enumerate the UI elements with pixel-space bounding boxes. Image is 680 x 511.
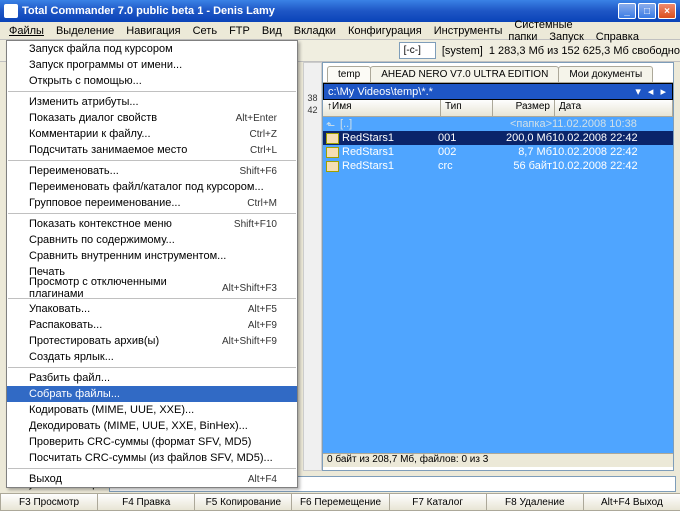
status-bar: 0 байт из 208,7 Мб, файлов: 0 из 3 (323, 453, 673, 467)
menu-item[interactable]: Сравнить по содержимому... (7, 232, 297, 248)
menu-item[interactable]: Декодировать (MIME, UUE, XXE, BinHex)... (7, 418, 297, 434)
menu-item[interactable]: Разбить файл... (7, 370, 297, 386)
file-row[interactable]: RedStars1crc56 байт10.02.2008 22:42 (323, 159, 673, 173)
menu-item[interactable]: Показать диалог свойствAlt+Enter (7, 110, 297, 126)
fn-key[interactable]: Alt+F4 Выход (583, 493, 680, 511)
menu-item[interactable]: Сравнить внутренним инструментом... (7, 248, 297, 264)
menu-item[interactable]: Протестировать архив(ы)Alt+Shift+F9 (7, 333, 297, 349)
tab-item[interactable]: Мои документы (558, 66, 653, 82)
menu-item[interactable]: Запуск программы от имени... (7, 57, 297, 73)
panel-divider[interactable]: 38 42 (303, 62, 322, 471)
menu-item[interactable]: Открыть с помощью... (7, 73, 297, 89)
menu-Файлы[interactable]: Файлы (3, 23, 50, 39)
menu-item[interactable]: Переименовать...Shift+F6 (7, 163, 297, 179)
col-date[interactable]: Дата (555, 100, 673, 116)
fn-key[interactable]: F3 Просмотр (0, 493, 98, 511)
fn-key[interactable]: F7 Каталог (389, 493, 487, 511)
menu-item[interactable]: Посчитать CRC-суммы (из файлов SFV, MD5)… (7, 450, 297, 466)
menu-item[interactable]: Показать контекстное менюShift+F10 (7, 216, 297, 232)
file-icon (326, 133, 339, 144)
menu-item[interactable]: Собрать файлы... (7, 386, 297, 402)
menu-item[interactable]: Запуск файла под курсором (7, 41, 297, 57)
file-icon (326, 161, 339, 172)
maximize-button[interactable]: □ (638, 3, 656, 19)
menu-Сеть[interactable]: Сеть (187, 23, 223, 39)
col-name[interactable]: ↑Имя (323, 100, 441, 116)
col-size[interactable]: Размер (493, 100, 555, 116)
menu-item[interactable]: Комментарии к файлу...Ctrl+Z (7, 126, 297, 142)
menu-Навигация[interactable]: Навигация (120, 23, 186, 39)
menu-Вид[interactable]: Вид (256, 23, 288, 39)
minimize-button[interactable]: _ (618, 3, 636, 19)
menu-item[interactable]: Упаковать...Alt+F5 (7, 301, 297, 317)
menu-Выделение[interactable]: Выделение (50, 23, 120, 39)
menu-item[interactable]: Создать ярлык... (7, 349, 297, 365)
menu-item[interactable]: Групповое переименование...Ctrl+M (7, 195, 297, 211)
file-row[interactable]: RedStars1001200,0 Мб10.02.2008 22:42 (323, 131, 673, 145)
column-header: ↑Имя Тип Размер Дата (323, 100, 673, 117)
menu-Конфигурация[interactable]: Конфигурация (342, 23, 428, 39)
file-list[interactable]: ⬑[..]<папка>11.02.2008 10:38RedStars1001… (323, 117, 673, 453)
menubar: ФайлыВыделениеНавигацияСетьFTPВидВкладки… (0, 22, 680, 40)
drive-selector-right[interactable]: [-c-] (399, 42, 436, 59)
fn-key[interactable]: F4 Правка (97, 493, 195, 511)
menu-item[interactable]: Просмотр с отключенными плагинамиAlt+Shi… (7, 280, 297, 296)
file-row[interactable]: ⬑[..]<папка>11.02.2008 10:38 (323, 117, 673, 131)
col-type[interactable]: Тип (441, 100, 493, 116)
menu-item[interactable]: Кодировать (MIME, UUE, XXE)... (7, 402, 297, 418)
menu-item[interactable]: Распаковать...Alt+F9 (7, 317, 297, 333)
free-space: 1 283,3 Мб из 152 625,3 Мб свободно (489, 45, 680, 57)
menu-FTP[interactable]: FTP (223, 23, 256, 39)
close-button[interactable]: × (658, 3, 676, 19)
menu-item[interactable]: Изменить атрибуты... (7, 94, 297, 110)
menu-Справка[interactable]: Справка (590, 29, 645, 45)
file-icon (326, 147, 339, 158)
path-bar[interactable]: c:\My Videos\temp\*.* ▾ ◂ ▸ (323, 83, 673, 100)
fn-key[interactable]: F8 Удаление (486, 493, 584, 511)
tab-active[interactable]: temp (327, 66, 371, 82)
menu-item[interactable]: ВыходAlt+F4 (7, 471, 297, 487)
app-icon (4, 4, 18, 18)
files-menu-dropdown: Запуск файла под курсоромЗапуск программ… (6, 40, 298, 488)
window-title: Total Commander 7.0 public beta 1 - Deni… (22, 5, 618, 17)
menu-Инструменты[interactable]: Инструменты (428, 23, 509, 39)
file-row[interactable]: RedStars10028,7 Мб10.02.2008 22:42 (323, 145, 673, 159)
menu-Вкладки[interactable]: Вкладки (288, 23, 342, 39)
current-path: c:\My Videos\temp\*.* (328, 86, 433, 98)
fn-key[interactable]: F5 Копирование (194, 493, 292, 511)
volume-label: [system] (442, 45, 483, 57)
tab-bar: temp AHEAD NERO V7.0 ULTRA EDITION Мои д… (323, 63, 673, 83)
fn-key[interactable]: F6 Перемещение (291, 493, 389, 511)
menu-item[interactable]: Проверить CRC-суммы (формат SFV, MD5) (7, 434, 297, 450)
tab-item[interactable]: AHEAD NERO V7.0 ULTRA EDITION (370, 66, 559, 82)
menu-item[interactable]: Переименовать файл/каталог под курсором.… (7, 179, 297, 195)
file-icon: ⬑ (326, 119, 337, 130)
menu-Запуск[interactable]: Запуск (543, 29, 589, 45)
right-panel: temp AHEAD NERO V7.0 ULTRA EDITION Мои д… (322, 62, 674, 471)
path-history-icon[interactable]: ▾ ◂ ▸ (635, 85, 668, 98)
menu-item[interactable]: Подсчитать занимаемое местоCtrl+L (7, 142, 297, 158)
function-key-bar: F3 ПросмотрF4 ПравкаF5 КопированиеF6 Пер… (0, 493, 680, 511)
